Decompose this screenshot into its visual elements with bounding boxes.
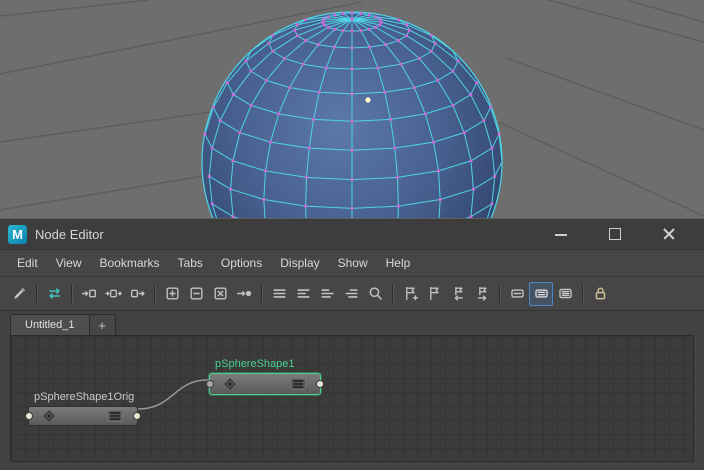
add-output-connections-button[interactable] [125, 282, 149, 306]
node-body[interactable] [206, 373, 324, 395]
tab-bar: Untitled_1 + [0, 311, 704, 335]
edit-bookmarks-button[interactable] [422, 282, 446, 306]
window-title: Node Editor [35, 226, 104, 242]
layout-rows-button[interactable] [267, 282, 291, 306]
minimize-icon [555, 234, 567, 236]
menu-show[interactable]: Show [329, 250, 377, 276]
align-left-icon [320, 289, 334, 298]
mesh-icon [43, 410, 55, 422]
minimize-button[interactable] [554, 227, 568, 241]
toolbar-separator [261, 284, 262, 303]
align-left-button[interactable] [315, 282, 339, 306]
add-selected-to-graph-button[interactable] [160, 282, 184, 306]
menu-edit[interactable]: Edit [8, 250, 47, 276]
toolbar [0, 276, 704, 311]
sync-graph-button[interactable] [42, 282, 66, 306]
viewport-3d[interactable] [0, 0, 704, 218]
next-bookmark-button[interactable] [470, 282, 494, 306]
simple-display-mode-button[interactable] [505, 282, 529, 306]
connected-display-mode-button[interactable] [529, 281, 553, 306]
menu-bar: Edit View Bookmarks Tabs Options Display… [0, 249, 704, 276]
previous-bookmark-button[interactable] [446, 282, 470, 306]
layout-rows-icon [272, 289, 286, 298]
output-port[interactable] [316, 380, 324, 388]
clear-graph-button[interactable] [208, 282, 232, 306]
connected-display-mode-icon [534, 289, 548, 298]
node-pSphereShape1Orig[interactable]: pSphereShape1Orig [25, 391, 141, 426]
remove-selected-from-graph-icon [189, 287, 203, 300]
output-port[interactable] [133, 412, 141, 420]
input-port[interactable] [206, 380, 214, 388]
lock-button[interactable] [588, 282, 612, 306]
node-pSphereShape1[interactable]: pSphereShape1 [206, 358, 324, 395]
input-port[interactable] [25, 412, 33, 420]
menu-help[interactable]: Help [377, 250, 420, 276]
create-node-button[interactable] [7, 282, 31, 306]
menu-options[interactable]: Options [212, 250, 271, 276]
layout-rows-alt-icon [296, 289, 310, 298]
node-body[interactable] [25, 406, 141, 426]
remove-selected-from-graph-button[interactable] [184, 282, 208, 306]
layout-rows-alt-button[interactable] [291, 282, 315, 306]
node-editor-window: M Node Editor Edit View Bookmarks Tabs O… [0, 218, 704, 470]
align-right-icon [344, 289, 358, 298]
edit-bookmarks-icon [429, 286, 439, 301]
search-icon [369, 287, 382, 300]
maximize-button[interactable] [608, 227, 622, 241]
toolbar-separator [71, 284, 72, 303]
lock-icon [595, 287, 605, 300]
create-node-icon [13, 288, 25, 299]
node-label: pSphereShape1 [215, 358, 295, 370]
add-tab-button[interactable]: + [89, 314, 116, 335]
add-input-output-connections-button[interactable] [101, 282, 125, 306]
maximize-icon [609, 228, 621, 240]
add-output-connections-icon [130, 289, 145, 298]
pin-selection-button[interactable] [232, 282, 256, 306]
full-display-mode-button[interactable] [553, 282, 577, 306]
create-bookmark-icon [405, 286, 418, 301]
tab-untitled-1[interactable]: Untitled_1 [10, 314, 90, 335]
mesh-icon [224, 378, 236, 390]
node-menu-icon[interactable] [107, 410, 123, 422]
next-bookmark-icon [477, 286, 486, 301]
previous-bookmark-icon [454, 286, 463, 301]
create-bookmark-button[interactable] [398, 282, 422, 306]
toolbar-separator [582, 284, 583, 303]
simple-display-mode-icon [510, 289, 524, 298]
pin-selection-icon [236, 290, 251, 297]
menu-tabs[interactable]: Tabs [169, 250, 212, 276]
menu-display[interactable]: Display [271, 250, 328, 276]
toolbar-separator [499, 284, 500, 303]
node-label: pSphereShape1Orig [34, 391, 135, 403]
wireframe-sphere [0, 0, 704, 218]
window-controls [554, 227, 676, 241]
add-selected-to-graph-icon [165, 287, 179, 300]
add-input-connections-icon [81, 289, 96, 298]
add-input-output-connections-icon [104, 289, 122, 298]
menu-bookmarks[interactable]: Bookmarks [90, 250, 168, 276]
close-button[interactable] [662, 227, 676, 241]
window-title-bar: M Node Editor [0, 219, 704, 249]
maya-app-icon: M [8, 224, 27, 244]
toolbar-separator [36, 284, 37, 303]
toolbar-separator [392, 284, 393, 303]
menu-view[interactable]: View [47, 250, 91, 276]
node-editor-graph[interactable]: pSphereShape1Orig pSphereShape1 [10, 335, 694, 462]
node-menu-icon[interactable] [290, 378, 306, 390]
toolbar-separator [154, 284, 155, 303]
full-display-mode-icon [558, 288, 572, 299]
add-input-connections-button[interactable] [77, 282, 101, 306]
clear-graph-icon [213, 287, 227, 300]
search-button[interactable] [363, 282, 387, 306]
sync-graph-icon [48, 288, 60, 299]
align-right-button[interactable] [339, 282, 363, 306]
